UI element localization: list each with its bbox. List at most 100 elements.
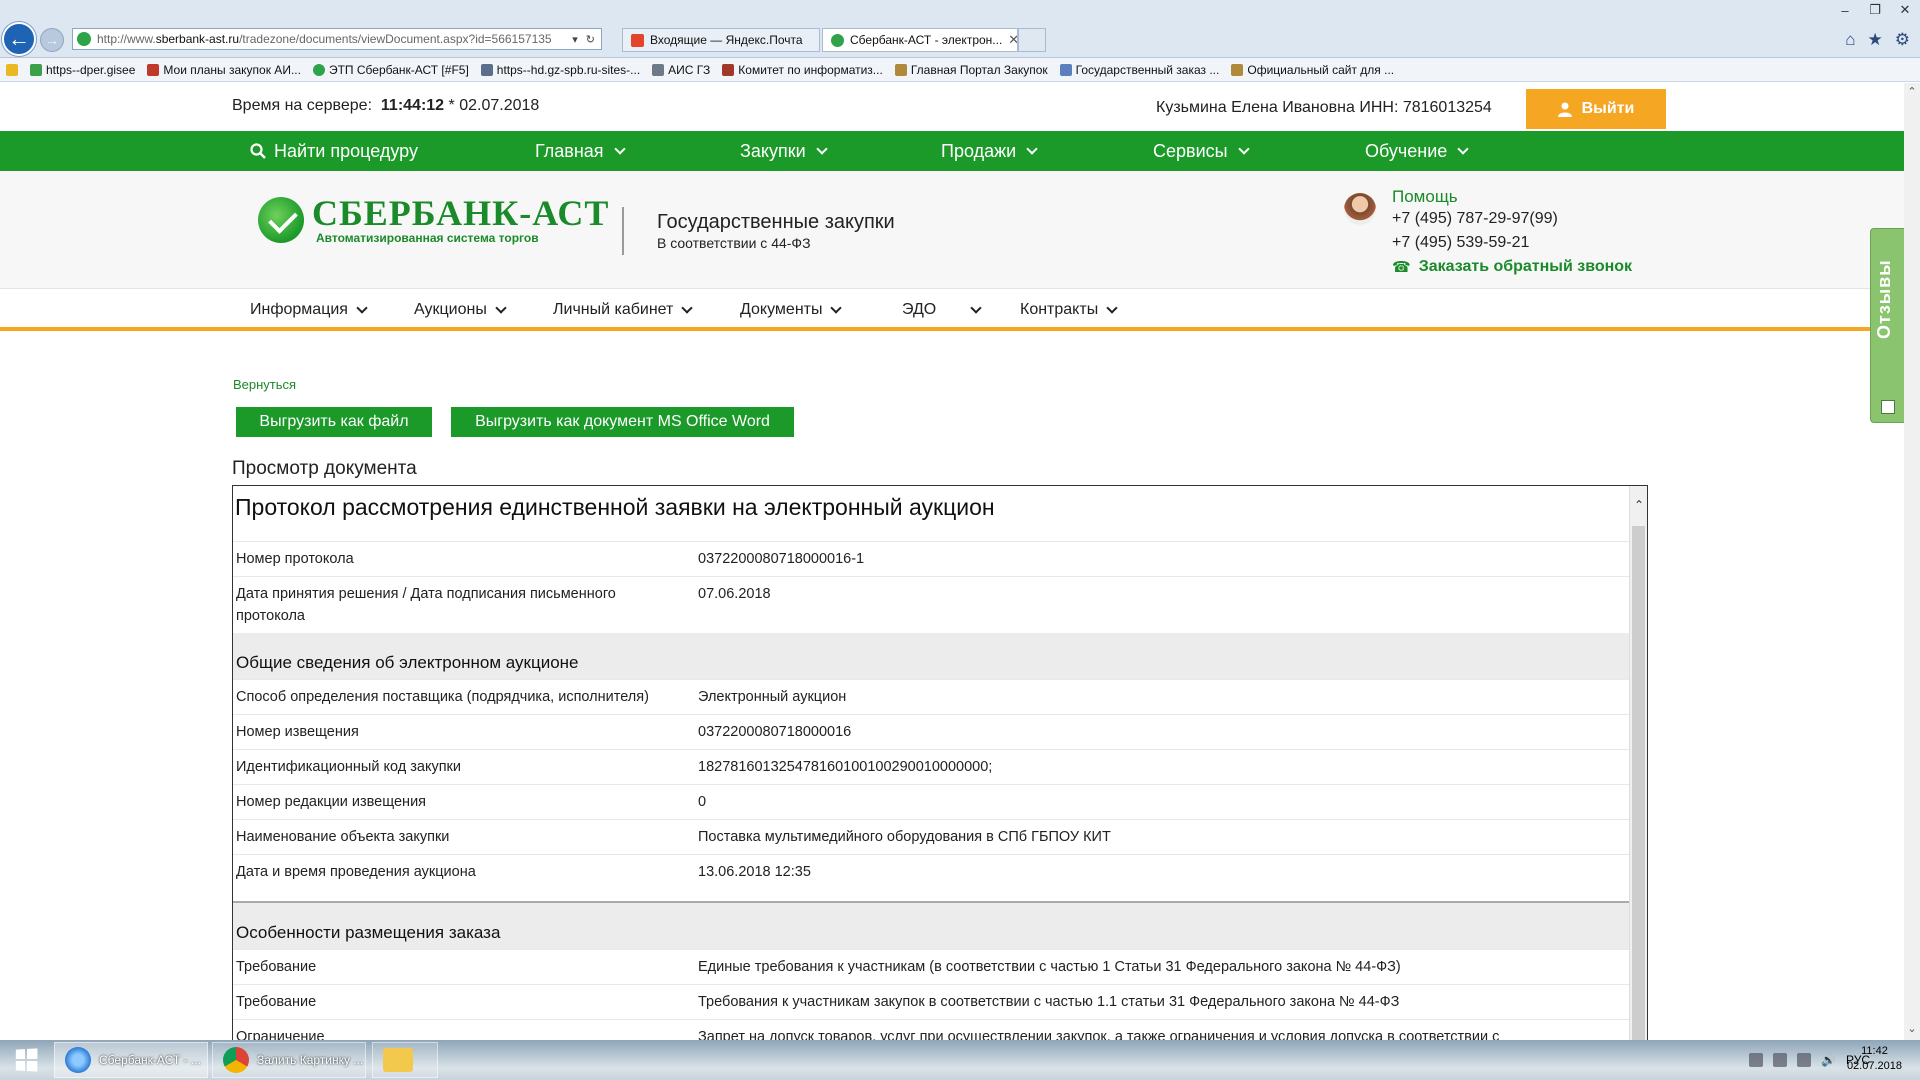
export-word-button[interactable]: Выгрузить как документ MS Office Word	[451, 407, 794, 437]
monitor-icon[interactable]	[1797, 1053, 1812, 1067]
favorite-item[interactable]: Мои планы закупок АИ...	[147, 63, 301, 77]
chevron-down-icon	[613, 143, 626, 155]
close-window-button[interactable]: ✕	[1890, 0, 1920, 20]
doc-row: Номер протокола 0372200080718000016-1	[233, 541, 1629, 576]
taskbar: Сбербанк-АСТ - ... Залить Картинку ... 🔊…	[0, 1040, 1920, 1080]
address-bar[interactable]: http://www. sberbank-ast.ru/tradezone/doc…	[72, 28, 602, 50]
new-tab-button[interactable]	[1018, 28, 1046, 52]
favorite-item[interactable]: Официальный сайт для ...	[1231, 63, 1394, 77]
restore-button[interactable]: ❐	[1860, 0, 1890, 20]
page-viewport: Время на сервере: 11:44:12 * 02.07.2018 …	[0, 83, 1904, 1040]
chevron-down-icon[interactable]: ⌄	[1904, 1022, 1920, 1038]
chevron-down-icon	[356, 302, 368, 314]
start-button[interactable]	[4, 1042, 48, 1078]
internet-explorer-icon	[65, 1047, 91, 1073]
chevron-up-icon[interactable]: ⌃	[1904, 85, 1920, 101]
subnav-auctions[interactable]: Аукционы	[414, 301, 507, 319]
page-scrollbar[interactable]: ⌃ ⌄	[1904, 83, 1920, 1040]
chevron-down-icon	[495, 302, 507, 314]
address-path: /tradezone/documents/viewDocument.aspx?i…	[239, 32, 552, 46]
chevron-down-icon	[830, 302, 843, 314]
support-avatar	[1344, 193, 1376, 225]
arrow-right-icon: →	[45, 32, 59, 48]
back-button[interactable]: ←	[2, 22, 36, 56]
clock[interactable]: 11:42 02.07.2018	[1847, 1044, 1902, 1074]
forward-button[interactable]: →	[40, 28, 64, 52]
volume-icon[interactable]: 🔊	[1821, 1053, 1836, 1067]
help-link[interactable]: Помощь	[1392, 187, 1458, 207]
minimize-button[interactable]: –	[1830, 0, 1860, 20]
favorite-item[interactable]: https--hd.gz-spb.ru-sites-...	[480, 63, 640, 77]
chevron-down-icon	[970, 302, 982, 314]
favorite-item[interactable]: Главная Портал Закупок	[894, 63, 1048, 77]
nav-sales[interactable]: Продажи	[941, 141, 1038, 162]
server-time: Время на сервере: 11:44:12 * 02.07.2018	[232, 97, 540, 114]
subnav-contracts[interactable]: Контракты	[1020, 301, 1118, 319]
export-file-button[interactable]: Выгрузить как файл	[236, 407, 432, 437]
doc-row: Ограничение Запрет на допуск товаров, ус…	[233, 1019, 1629, 1040]
phone-icon: ☎	[1392, 259, 1411, 276]
favorite-item[interactable]: АИС ГЗ	[652, 63, 710, 77]
flag-icon[interactable]	[1773, 1053, 1788, 1067]
divider	[622, 207, 624, 255]
sub-nav: Информация Аукционы Личный кабинет Докум…	[0, 289, 1904, 331]
browser-tab-mail[interactable]: Входящие — Яндекс.Почта	[622, 28, 820, 52]
refresh-icon[interactable]: ↻	[586, 33, 595, 46]
favorite-item[interactable]: ЭТП Сбербанк-АСТ [#F5]	[312, 63, 469, 77]
doc-row: Номер извещения 0372200080718000016	[233, 714, 1629, 749]
site-favicon	[77, 32, 91, 46]
taskbar-item-chrome[interactable]: Залить Картинку ...	[212, 1042, 366, 1078]
windows-logo-icon	[15, 1048, 38, 1072]
doc-row: Идентификационный код закупки 1827816013…	[233, 749, 1629, 784]
tab-label: Входящие — Яндекс.Почта	[650, 33, 803, 47]
support-phone-1: +7 (495) 787-29-97(99)	[1392, 210, 1558, 227]
feedback-tab[interactable]: Отзывы	[1870, 228, 1904, 423]
subnav-personal-account[interactable]: Личный кабинет	[553, 301, 694, 319]
address-prefix: http://www.	[97, 32, 156, 46]
taskbar-item-ie[interactable]: Сбербанк-АСТ - ...	[54, 1042, 208, 1078]
chevron-down-icon	[681, 302, 694, 314]
close-tab-icon[interactable]: ✕	[1008, 32, 1017, 48]
document-frame[interactable]: Протокол рассмотрения единственной заявк…	[232, 485, 1648, 1040]
browser-titlebar: ← → http://www. sberbank-ast.ru/tradezone…	[0, 0, 1920, 58]
nav-purchases[interactable]: Закупки	[740, 141, 828, 162]
address-host: sberbank-ast.ru	[155, 32, 240, 46]
sberbank-ast-logo[interactable]: СБЕРБАНК-АСТ Автоматизированная система …	[258, 195, 609, 245]
scroll-thumb[interactable]	[1632, 526, 1645, 1040]
arrow-left-icon: ←	[8, 26, 30, 51]
subnav-edo[interactable]: ЭДО	[902, 301, 982, 319]
favorite-item[interactable]: Государственный заказ ...	[1059, 63, 1219, 77]
user-icon	[1557, 102, 1572, 117]
chevron-up-icon[interactable]: ⌃	[1630, 498, 1647, 512]
subnav-documents[interactable]: Документы	[740, 301, 843, 319]
home-icon[interactable]: ⌂	[1845, 30, 1855, 50]
site-top-bar: Время на сервере: 11:44:12 * 02.07.2018 …	[0, 83, 1904, 131]
logout-button[interactable]: Выйти	[1526, 89, 1666, 129]
mail-favicon	[631, 33, 644, 47]
favorites-star-icon[interactable]: ★	[1868, 30, 1883, 50]
gear-icon[interactable]: ⚙	[1895, 30, 1910, 50]
taskbar-item-explorer[interactable]	[372, 1042, 438, 1078]
browser-tab-sberbank[interactable]: Сбербанк-АСТ - электрон... ✕	[822, 28, 1018, 52]
add-favorite-icon[interactable]	[6, 63, 18, 76]
section-subtitle: В соответствии с 44-ФЗ	[657, 235, 811, 251]
chevron-down-icon	[1106, 302, 1118, 314]
doc-section-header: Особенности размещения заказа	[233, 903, 1629, 949]
nav-main[interactable]: Главная	[535, 141, 626, 162]
dropdown-icon[interactable]: ▾	[572, 33, 578, 46]
document-title: Протокол рассмотрения единственной заявк…	[235, 494, 995, 520]
tab-label: Сбербанк-АСТ - электрон...	[850, 33, 1003, 47]
subnav-information[interactable]: Информация	[250, 301, 368, 319]
network-icon[interactable]	[1749, 1053, 1764, 1067]
nav-training[interactable]: Обучение	[1365, 141, 1469, 162]
callback-link[interactable]: ☎ Заказать обратный звонок	[1392, 258, 1632, 276]
doc-row: Способ определения поставщика (подрядчик…	[233, 679, 1629, 714]
nav-find-procedure[interactable]: Найти процедуру	[250, 141, 418, 162]
nav-services[interactable]: Сервисы	[1153, 141, 1250, 162]
support-phone-2: +7 (495) 539-59-21	[1392, 234, 1530, 251]
document-scrollbar[interactable]: ⌃	[1629, 486, 1647, 1040]
favorite-item[interactable]: https--dper.gisee	[30, 63, 135, 77]
favorite-item[interactable]: Комитет по информатиз...	[722, 63, 883, 77]
back-link[interactable]: Вернуться	[233, 377, 296, 392]
search-icon	[250, 143, 266, 159]
